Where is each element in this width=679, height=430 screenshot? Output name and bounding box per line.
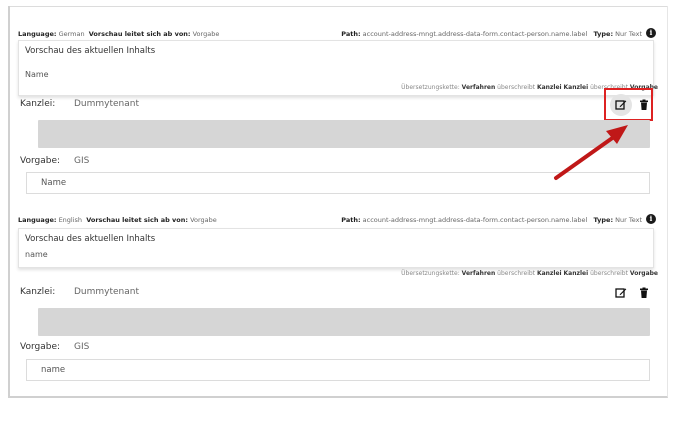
path-label: Path:: [341, 30, 361, 38]
kanzlei-value: Dummytenant: [74, 287, 140, 297]
preview-title: Vorschau des aktuellen Inhalts: [25, 234, 156, 244]
redirect-label: Vorschau leitet sich ab von:: [86, 216, 188, 224]
kanzlei-content-area[interactable]: [38, 120, 650, 148]
vorgabe-value: GIS: [74, 156, 90, 166]
redirect-value: Vorgabe: [192, 30, 220, 38]
preview-value: name: [25, 250, 48, 259]
info-icon[interactable]: i: [646, 214, 656, 224]
kanzlei-label: Kanzlei:: [20, 287, 56, 297]
vorgabe-field-value: Name: [41, 178, 67, 188]
edit-icon[interactable]: [615, 287, 627, 299]
language-value: German: [58, 30, 85, 38]
language-label: Language:: [18, 30, 57, 38]
kanzlei-value: Dummytenant: [74, 99, 140, 109]
type-label: Type:: [593, 216, 614, 224]
language-label: Language:: [18, 216, 57, 224]
vorgabe-value: GIS: [74, 342, 90, 352]
vorgabe-label: Vorgabe:: [20, 342, 61, 352]
type-label: Type:: [593, 30, 614, 38]
type-value: Nur Text: [615, 30, 642, 38]
info-icon[interactable]: i: [646, 28, 656, 38]
vorgabe-field-value: name: [41, 365, 66, 375]
language-value: English: [58, 216, 83, 224]
preview-title: Vorschau des aktuellen Inhalts: [25, 46, 156, 56]
highlight-box: [604, 88, 653, 121]
redirect-value: Vorgabe: [190, 216, 217, 224]
entry-meta: Language: German Vorschau leitet sich ab…: [18, 26, 658, 40]
vorgabe-text-field[interactable]: Name: [26, 172, 650, 194]
kanzlei-content-area[interactable]: [38, 308, 650, 336]
translation-chain: Übersetzungskette: Verfahren überschreib…: [401, 270, 658, 277]
vorgabe-text-field[interactable]: name: [26, 359, 650, 381]
path-value: account-address-mngt.address-data-form.c…: [362, 30, 588, 38]
vorgabe-label: Vorgabe:: [20, 156, 61, 166]
type-value: Nur Text: [615, 216, 642, 224]
trash-icon[interactable]: [638, 287, 650, 299]
kanzlei-label: Kanzlei:: [20, 99, 56, 109]
preview-value: Name: [25, 70, 49, 79]
entry-meta: Language: English Vorschau leitet sich a…: [18, 212, 658, 226]
path-value: account-address-mngt.address-data-form.c…: [362, 216, 588, 224]
redirect-label: Vorschau leitet sich ab von:: [88, 30, 191, 38]
path-label: Path:: [341, 216, 361, 224]
current-content-preview: Vorschau des aktuellen Inhalts name: [18, 228, 654, 268]
